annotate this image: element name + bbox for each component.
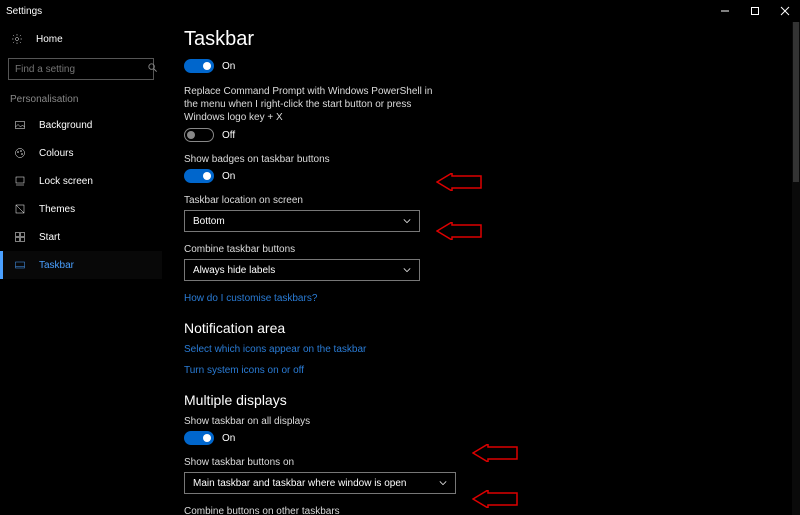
gear-icon: [10, 33, 24, 45]
toggle-badges[interactable]: [184, 169, 214, 183]
sidebar-section-label: Personalisation: [0, 90, 162, 111]
toggle-multi-show[interactable]: [184, 431, 214, 445]
toggle-top[interactable]: [184, 59, 214, 73]
notification-heading: Notification area: [184, 320, 790, 336]
customise-link[interactable]: How do I customise taskbars?: [184, 293, 790, 304]
sidebar-item-label: Lock screen: [39, 176, 93, 187]
close-button[interactable]: [770, 0, 800, 22]
toggle-powershell-state: Off: [222, 130, 235, 141]
home-label: Home: [36, 34, 63, 45]
sidebar-item-taskbar[interactable]: Taskbar: [0, 251, 162, 279]
sidebar-item-label: Start: [39, 232, 60, 243]
window-title: Settings: [6, 6, 42, 17]
combine-value: Always hide labels: [193, 265, 275, 276]
maximize-button[interactable]: [740, 0, 770, 22]
scrollbar-thumb[interactable]: [793, 22, 799, 182]
sidebar-item-label: Themes: [39, 204, 75, 215]
sidebar-item-lock-screen[interactable]: Lock screen: [0, 167, 162, 195]
home-nav[interactable]: Home: [0, 26, 162, 52]
sidebar: Home Personalisation Background Colours …: [0, 22, 162, 515]
multi-buttons-select[interactable]: Main taskbar and taskbar where window is…: [184, 472, 456, 494]
search-input[interactable]: [15, 64, 147, 75]
search-box[interactable]: [8, 58, 154, 80]
themes-icon: [13, 203, 27, 215]
minimize-button[interactable]: [710, 0, 740, 22]
lock-screen-icon: [13, 175, 27, 187]
system-icons-link[interactable]: Turn system icons on or off: [184, 365, 790, 376]
sidebar-item-label: Taskbar: [39, 260, 74, 271]
multi-buttons-label: Show taskbar buttons on: [184, 457, 464, 468]
titlebar: Settings: [0, 0, 800, 22]
chevron-down-icon: [403, 217, 411, 225]
multi-combine-label: Combine buttons on other taskbars: [184, 506, 464, 515]
multi-buttons-value: Main taskbar and taskbar where window is…: [193, 478, 406, 489]
chevron-down-icon: [403, 266, 411, 274]
sidebar-item-themes[interactable]: Themes: [0, 195, 162, 223]
toggle-badges-state: On: [222, 171, 235, 182]
taskbar-icon: [13, 259, 27, 271]
picture-icon: [13, 119, 27, 131]
location-value: Bottom: [193, 216, 225, 227]
location-label: Taskbar location on screen: [184, 195, 464, 206]
sidebar-item-colours[interactable]: Colours: [0, 139, 162, 167]
start-icon: [13, 231, 27, 243]
combine-select[interactable]: Always hide labels: [184, 259, 420, 281]
search-icon: [147, 62, 158, 76]
location-select[interactable]: Bottom: [184, 210, 420, 232]
multiple-displays-heading: Multiple displays: [184, 392, 790, 408]
multi-show-label: Show taskbar on all displays: [184, 416, 464, 427]
combine-label: Combine taskbar buttons: [184, 244, 464, 255]
page-title: Taskbar: [184, 28, 790, 51]
toggle-powershell[interactable]: [184, 128, 214, 142]
sidebar-item-label: Background: [39, 120, 92, 131]
chevron-down-icon: [439, 479, 447, 487]
palette-icon: [13, 147, 27, 159]
sidebar-item-label: Colours: [39, 148, 73, 159]
content-area: Taskbar On Replace Command Prompt with W…: [162, 22, 800, 515]
badges-label: Show badges on taskbar buttons: [184, 154, 464, 165]
select-icons-link[interactable]: Select which icons appear on the taskbar: [184, 344, 790, 355]
powershell-description: Replace Command Prompt with Windows Powe…: [184, 85, 444, 124]
toggle-top-state: On: [222, 61, 235, 72]
toggle-multi-show-state: On: [222, 433, 235, 444]
sidebar-item-background[interactable]: Background: [0, 111, 162, 139]
titlebar-controls: [710, 0, 800, 22]
sidebar-item-start[interactable]: Start: [0, 223, 162, 251]
